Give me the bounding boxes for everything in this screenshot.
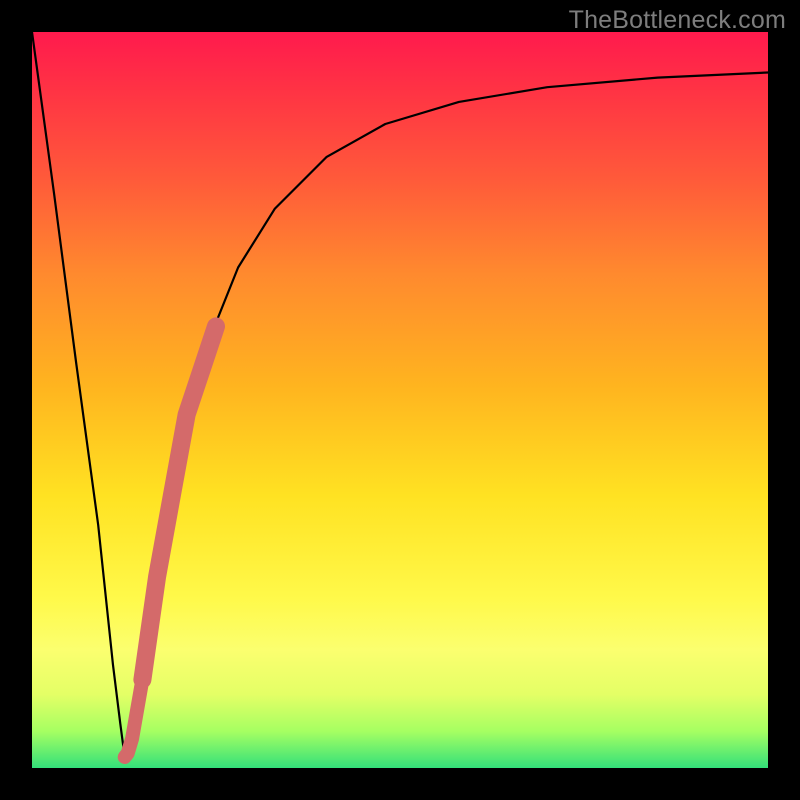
- highlight-upper-path: [142, 326, 216, 679]
- watermark-text: TheBottleneck.com: [569, 6, 786, 35]
- highlight-lower-path: [125, 680, 143, 757]
- plot-area: [32, 32, 768, 768]
- curve-layer: [32, 32, 768, 768]
- chart-frame: TheBottleneck.com: [0, 0, 800, 800]
